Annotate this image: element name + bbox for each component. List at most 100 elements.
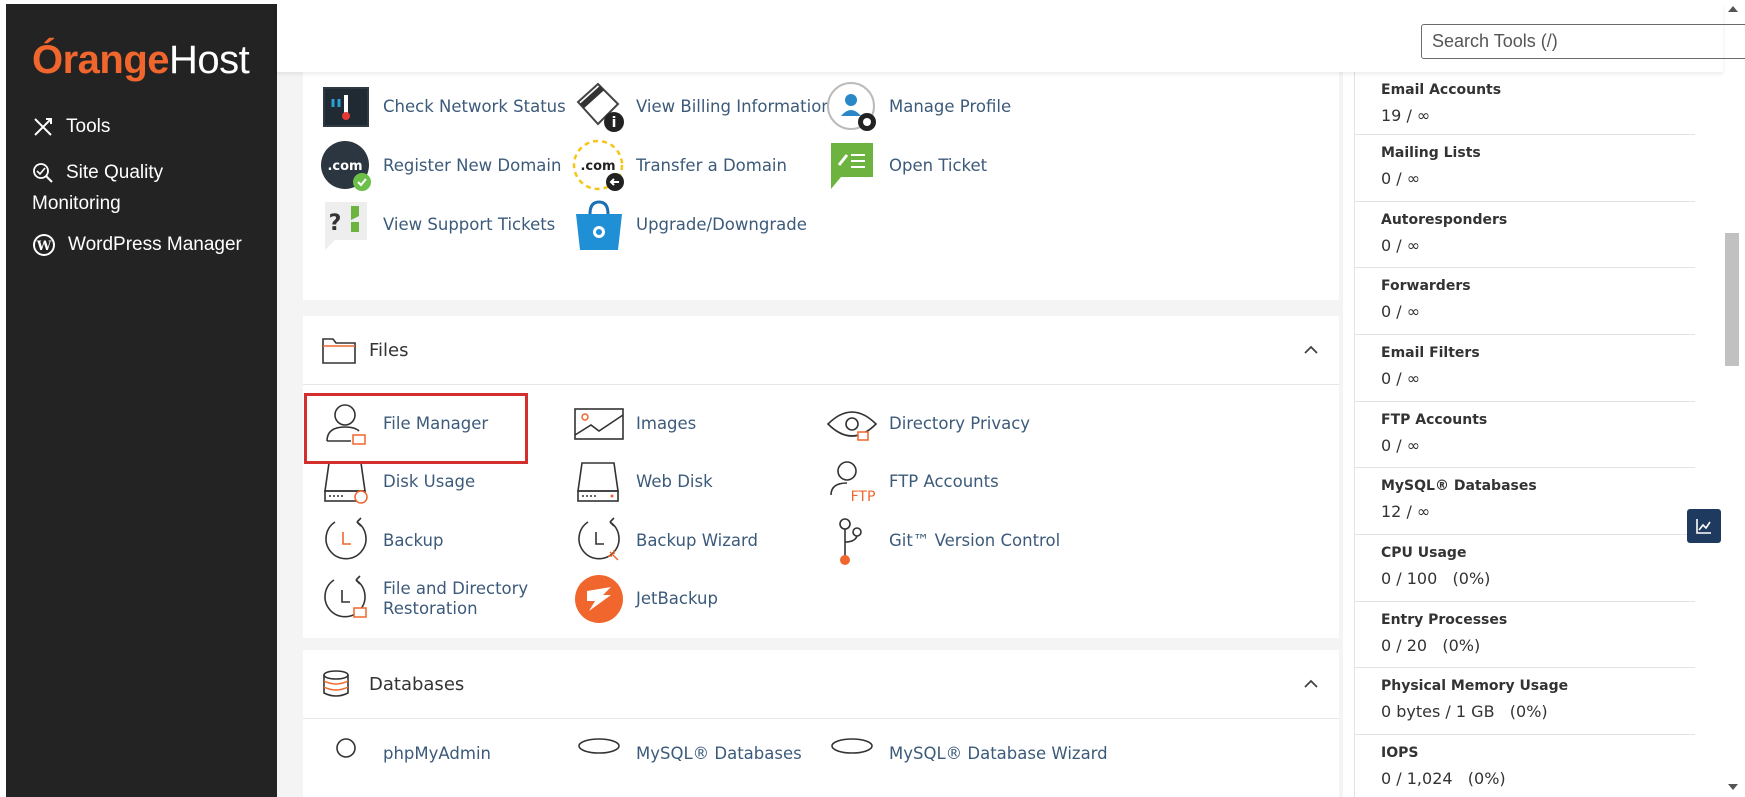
upgrade-icon [576, 200, 622, 250]
sidebar-item-site-quality-line2[interactable]: Monitoring [32, 193, 121, 215]
stat-label: IOPS [1381, 745, 1419, 761]
directory-privacy-icon [826, 411, 878, 441]
sidebar-item-label: Tools [66, 116, 111, 137]
tool-label: Upgrade/Downgrade [636, 215, 807, 234]
svg-text:FTP: FTP [851, 489, 876, 505]
tool-label: Check Network Status [383, 97, 566, 116]
tool-label: Git™ Version Control [889, 531, 1061, 550]
scroll-up-arrow-icon[interactable] [1727, 4, 1739, 14]
tool-backup[interactable]: Backup [318, 513, 443, 569]
stat-forwarders: Forwarders 0 / ∞ [1355, 268, 1695, 335]
tool-label: Web Disk [636, 472, 713, 491]
restoration-icon [324, 575, 367, 618]
stat-email-filters: Email Filters 0 / ∞ [1355, 335, 1695, 402]
tool-label: File and Directory Restoration [383, 579, 528, 619]
stat-autoresponders: Autoresponders 0 / ∞ [1355, 202, 1695, 268]
stat-label: FTP Accounts [1381, 412, 1488, 428]
tool-upgrade-downgrade[interactable]: Upgrade/Downgrade [571, 197, 807, 253]
scroll-down-arrow-icon[interactable] [1727, 782, 1739, 792]
phpmyadmin-icon [336, 738, 356, 758]
file-manager-icon [326, 404, 366, 445]
databases-card-header[interactable]: Databases [303, 650, 1339, 719]
tool-mysql-database-wizard[interactable]: MySQL® Database Wizard [824, 726, 1108, 782]
tool-register-domain[interactable]: .com Register New Domain [318, 138, 561, 194]
stats-toggle-button[interactable] [1687, 509, 1721, 543]
tool-disk-usage[interactable]: Disk Usage [318, 454, 475, 510]
stat-value: 0 bytes / 1 GB (0%) [1381, 702, 1548, 721]
sidebar: ÓrangeHost Tools Site Quality Monitoring… [6, 4, 277, 797]
tool-file-manager[interactable]: File Manager [318, 396, 488, 452]
search-input[interactable] [1430, 25, 1745, 58]
tool-manage-profile[interactable]: Manage Profile [824, 79, 1011, 135]
stat-mailing-lists: Mailing Lists 0 / ∞ [1355, 135, 1695, 202]
tool-phpmyadmin[interactable]: phpMyAdmin [318, 726, 491, 782]
tool-label: Transfer a Domain [636, 156, 787, 175]
stat-value: 0 / 20 (0%) [1381, 636, 1481, 655]
tool-directory-privacy[interactable]: Directory Privacy [824, 396, 1030, 452]
stat-value: 0 / 100 (0%) [1381, 569, 1491, 588]
billing-icon: i [576, 82, 624, 132]
tool-label: JetBackup [636, 589, 718, 608]
tool-mysql-databases[interactable]: MySQL® Databases [571, 726, 802, 782]
tool-view-support-tickets[interactable]: ? View Support Tickets [318, 197, 555, 253]
tool-label: FTP Accounts [889, 472, 999, 491]
orangehost-logo[interactable]: ÓrangeHost [32, 38, 250, 83]
wordpress-icon: W [33, 234, 55, 256]
tool-label: Images [636, 414, 697, 433]
chevron-up-icon[interactable] [1303, 344, 1319, 354]
chevron-up-icon[interactable] [1303, 678, 1319, 688]
tool-web-disk[interactable]: Web Disk [571, 454, 713, 510]
tool-label-line1: File and Directory [383, 579, 529, 598]
tool-jetbackup[interactable]: JetBackup [571, 571, 718, 627]
tool-file-directory-restoration[interactable]: File and Directory Restoration [318, 571, 528, 627]
tool-git-version-control[interactable]: Git™ Version Control [824, 513, 1060, 569]
files-card: Files File Manager Images Directory Priv… [303, 316, 1339, 638]
tool-view-billing[interactable]: i View Billing Information [571, 79, 832, 135]
scrollbar[interactable] [1723, 0, 1745, 797]
sidebar-item-site-quality[interactable]: Site Quality [32, 162, 163, 184]
svg-text:?: ? [329, 211, 342, 236]
tool-check-network-status[interactable]: Check Network Status [318, 79, 566, 135]
files-card-header[interactable]: Files [303, 316, 1339, 385]
search-box[interactable] [1421, 24, 1745, 59]
support-tickets-icon: ? [325, 202, 367, 250]
tool-images[interactable]: Images [571, 396, 696, 452]
sidebar-item-label: Monitoring [32, 193, 121, 214]
chart-icon [1696, 519, 1711, 534]
tool-label-line2: Restoration [383, 599, 478, 618]
sidebar-item-wordpress[interactable]: W WordPress Manager [32, 233, 242, 257]
stat-physical-memory: Physical Memory Usage 0 bytes / 1 GB (0%) [1355, 668, 1695, 735]
tool-backup-wizard[interactable]: Backup Wizard [571, 513, 758, 569]
databases-card: Databases phpMyAdmin MySQL® Databases My… [303, 650, 1339, 797]
stat-value: 0 / 1,024 (0%) [1381, 769, 1506, 788]
tool-label: phpMyAdmin [383, 744, 491, 763]
tool-transfer-domain[interactable]: .com Transfer a Domain [571, 138, 787, 194]
stat-value: 19 / ∞ [1381, 106, 1431, 125]
transfer-domain-icon: .com [572, 139, 624, 191]
stat-value: 0 / ∞ [1381, 369, 1421, 388]
sidebar-item-tools[interactable]: Tools [32, 116, 110, 138]
tool-label: MySQL® Databases [636, 744, 802, 763]
tool-label: Disk Usage [383, 472, 476, 491]
tool-label: Open Ticket [889, 156, 988, 175]
stat-value: 0 / ∞ [1381, 302, 1421, 321]
git-icon [839, 518, 862, 565]
database-icon [323, 670, 349, 697]
mysql-wizard-icon [831, 738, 873, 754]
scrollbar-thumb[interactable] [1725, 233, 1739, 366]
stat-label: Email Accounts [1381, 82, 1502, 98]
tool-label: Manage Profile [889, 97, 1012, 116]
stat-label: Autoresponders [1381, 212, 1508, 228]
ticket-icon [831, 143, 873, 189]
register-domain-icon: .com [321, 141, 371, 191]
svg-text:.com: .com [580, 159, 615, 174]
logo-text-orange: Órange [32, 38, 170, 82]
jetbackup-icon [575, 575, 623, 623]
tool-open-ticket[interactable]: Open Ticket [824, 138, 987, 194]
tool-ftp-accounts[interactable]: FTP FTP Accounts [824, 454, 999, 510]
ftp-accounts-icon: FTP [830, 461, 876, 505]
network-status-icon [323, 87, 369, 127]
backup-icon [325, 517, 367, 560]
stat-mysql-databases: MySQL® Databases 12 / ∞ [1355, 468, 1695, 535]
stat-label: Email Filters [1381, 345, 1480, 361]
